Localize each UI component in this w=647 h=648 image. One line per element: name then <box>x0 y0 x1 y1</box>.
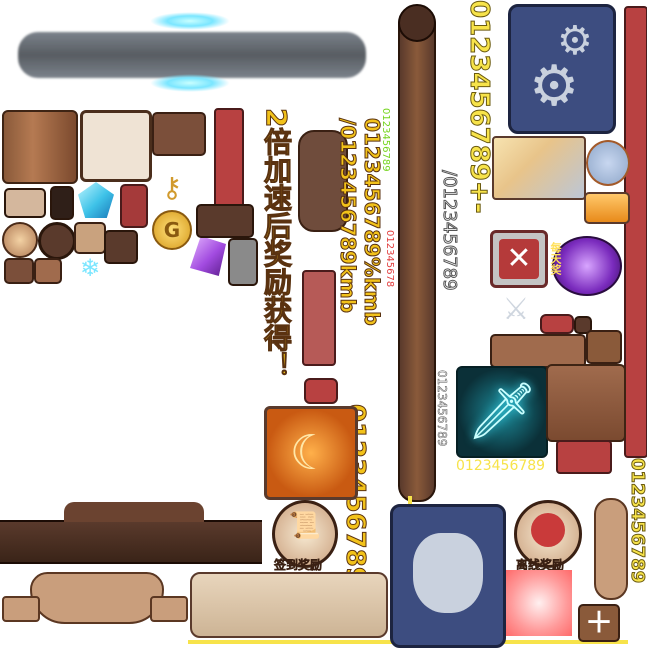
ring-frame <box>38 222 76 260</box>
scroll-icon: 📜 <box>288 511 322 541</box>
plate-dark <box>50 186 74 220</box>
seal-icon <box>531 513 565 547</box>
pouch-button[interactable] <box>390 504 506 648</box>
red-small-bar <box>304 378 338 404</box>
daily-reward-badge[interactable]: 每天奖 <box>549 236 622 296</box>
wood-tile-right <box>546 364 626 442</box>
sword-glow-icon: 🗡 <box>466 379 538 444</box>
pink-glow-tile <box>506 570 572 636</box>
red-tab-right <box>556 440 612 474</box>
glow-bottom-ornament <box>150 74 230 92</box>
plate-rivets <box>104 230 138 264</box>
wood-panel <box>2 110 78 184</box>
red-pillar <box>302 270 336 366</box>
digits-white-small: 0123456789 <box>435 370 450 447</box>
ribbon-tail-left <box>2 596 40 622</box>
plate-tiny-2 <box>34 258 62 284</box>
badge-label: 每天奖 <box>549 242 562 275</box>
pole-knob <box>398 4 436 42</box>
glow-top-ornament <box>150 12 230 30</box>
cream-panel <box>80 110 152 182</box>
digits-col-c: 012345678 <box>384 230 395 288</box>
digits-col-b: /0123456789kmb <box>336 118 361 314</box>
arrow-tab[interactable] <box>490 334 586 368</box>
settings-button[interactable]: ⚙ ⚙ <box>508 4 616 134</box>
right-red-bar <box>624 6 647 458</box>
hero-portrait <box>492 136 586 200</box>
arrow-tab-small <box>586 330 622 364</box>
key-icon: ⚷ <box>161 171 183 204</box>
gear-icon-large: ⚙ <box>529 54 580 119</box>
close-button[interactable]: ✕ <box>490 230 548 288</box>
signin-label: 签到奖励 <box>274 558 323 573</box>
metal-slot <box>228 238 258 286</box>
pouch-icon <box>413 533 483 613</box>
digits-col-a: 0123456789%kmb <box>360 118 385 327</box>
title-bar-dark <box>0 520 262 564</box>
frame-corner <box>152 112 206 156</box>
snowflake-icon: ❄ <box>79 254 101 282</box>
avatar-small <box>2 222 38 258</box>
crystal-icon <box>190 236 226 276</box>
mini-red-tab <box>540 314 574 334</box>
wood-pole <box>398 8 436 502</box>
swords-icon: ⚔ <box>502 292 530 327</box>
skill-button[interactable]: 🗡 <box>456 366 548 458</box>
bar-ornament <box>64 502 204 522</box>
digits-white-col: /0123456789 <box>439 170 461 292</box>
coin-icon: G <box>152 210 192 250</box>
gem-icon <box>78 182 114 218</box>
red-frame <box>120 184 148 228</box>
plate-tiny <box>4 258 34 284</box>
moon-pendant-item[interactable]: ☾ <box>264 406 358 500</box>
ribbon-tail-right <box>150 596 188 622</box>
scroll-panel <box>190 572 388 638</box>
ribbon-banner <box>30 572 164 624</box>
digits-gold-col: 0123456789+- <box>464 0 495 214</box>
plus-icon: ＋ <box>584 606 613 639</box>
plus-button[interactable]: ＋ <box>578 604 620 642</box>
digits-right-col: 0123456789 <box>627 457 647 584</box>
digits-yellow-row: 0123456789 <box>456 458 546 474</box>
reward-chest <box>586 140 630 186</box>
orange-button[interactable] <box>584 192 630 224</box>
moon-pendant-icon: ☾ <box>289 425 333 481</box>
promo-banner-text: 2倍加速后奖励获得！ <box>260 107 294 380</box>
glow-bar <box>18 32 366 78</box>
ribbon-end <box>196 204 254 238</box>
plate-medium <box>74 222 106 254</box>
close-icon: ✕ <box>499 239 539 279</box>
plate-small <box>4 188 46 218</box>
vertical-ribbon <box>214 108 244 208</box>
vertical-plaque <box>594 498 628 600</box>
